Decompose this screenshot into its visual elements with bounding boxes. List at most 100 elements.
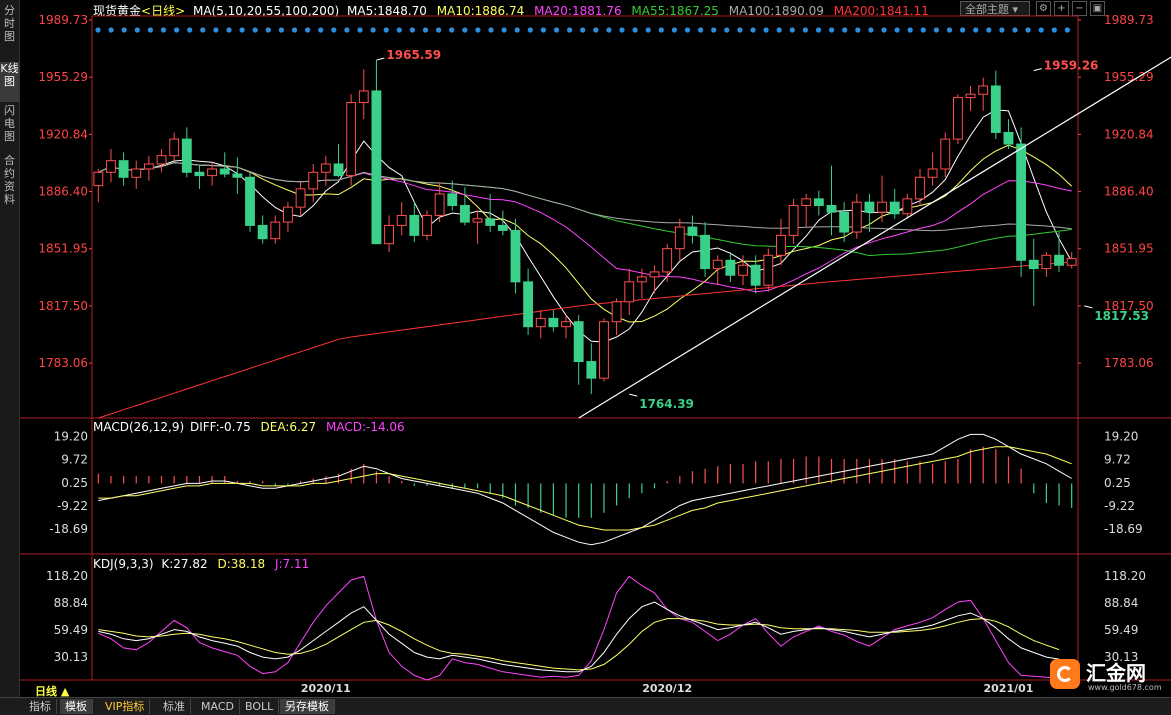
candle-up	[561, 321, 571, 328]
candle-up	[611, 301, 622, 323]
macd-tick-label-left: -9.22	[57, 499, 88, 513]
event-dot	[357, 27, 363, 33]
tab-save-template[interactable]: 另存模板	[280, 699, 335, 714]
event-dot	[305, 27, 311, 33]
event-dot	[698, 27, 704, 33]
event-dot	[540, 27, 547, 33]
event-dot	[134, 27, 140, 33]
candle-down	[1016, 143, 1027, 261]
candle-up	[851, 201, 862, 233]
tab-boll[interactable]: BOLL	[240, 699, 280, 714]
event-dot	[815, 27, 822, 33]
candle-down	[118, 160, 129, 178]
candle-down	[485, 218, 496, 226]
event-dot	[829, 27, 835, 33]
candle-up	[599, 321, 609, 379]
event-dot	[344, 27, 350, 33]
candle-up	[131, 168, 142, 178]
tab-standard[interactable]: 标准	[158, 699, 191, 714]
price-tick-label-left: 1920.84	[38, 127, 88, 141]
event-dot	[946, 27, 953, 33]
event-dot	[920, 27, 926, 33]
candle-down	[257, 224, 268, 240]
event-dot	[619, 27, 625, 33]
bottom-toolbar: 日线 ▲ 指标 模板 VIP指标 标准 MACD BOLL 另存模板	[0, 685, 1171, 715]
tab-contract-info[interactable]: 合约资料	[0, 154, 19, 208]
trendline[interactable]	[578, 56, 1171, 419]
tab-vip-indicators[interactable]: VIP指标	[100, 699, 151, 714]
candle-up	[434, 193, 445, 216]
candle-down	[839, 211, 850, 233]
candle-up	[384, 224, 394, 245]
candle-down	[181, 138, 192, 173]
tab-macd[interactable]: MACD	[196, 699, 240, 714]
price-axis: 1989.73 1989.731955.29 1955.291920.84 1920.…	[38, 13, 1153, 370]
ma-line	[98, 109, 1073, 343]
kdj-j-value: J:7.11	[274, 557, 310, 571]
ma-lines	[98, 109, 1073, 419]
kdj-tick-label-left: 88.84	[54, 596, 88, 610]
site-logo: 汇金网 www.gold678.com	[1050, 657, 1162, 693]
logo-icon	[1050, 659, 1080, 689]
event-dot	[724, 27, 730, 33]
candle-down	[459, 204, 470, 223]
date-tick-label: 2020/11	[301, 682, 351, 695]
tab-indicators[interactable]: 指标	[24, 699, 57, 714]
candle-up	[535, 317, 546, 328]
kdj-d-line	[98, 618, 1060, 671]
event-dot	[960, 27, 966, 33]
price-tick-label-right: 1851.95	[1104, 242, 1154, 256]
kdj-header: KDJ(9,3,3) K:27.82 D:38.18 J:7.11	[93, 557, 309, 571]
candle-up	[308, 171, 319, 190]
macd-header: MACD(26,12,9) DIFF:-0.75 DEA:6.27 MACD:-…	[93, 420, 405, 434]
candle-down	[990, 85, 1001, 133]
tab-time-chart[interactable]: 分时图	[0, 4, 19, 44]
candle-up	[169, 138, 180, 157]
candle-up	[106, 160, 116, 173]
logo-text: 汇金网	[1086, 661, 1146, 685]
tab-template[interactable]: 模板	[60, 699, 93, 714]
candle-down	[1054, 254, 1064, 266]
tab-k-line[interactable]: K线图	[0, 62, 19, 102]
annotation-pointer	[1033, 68, 1042, 72]
macd-tick-label-left: 0.25	[61, 476, 88, 490]
macd-dea-line	[98, 446, 1072, 531]
price-tick-label-right: 1989.73	[1104, 13, 1154, 27]
candle-down	[813, 198, 824, 206]
macd-params: MACD(26,12,9)	[93, 420, 185, 434]
event-dot	[658, 27, 664, 33]
event-dot	[383, 27, 389, 33]
event-dot	[252, 27, 258, 33]
candle-up	[801, 198, 812, 206]
tab-flash-chart[interactable]: 闪电图	[0, 104, 19, 144]
event-dot	[160, 27, 167, 33]
kdj-d-value: D:38.18	[217, 557, 266, 571]
event-dot	[632, 27, 638, 33]
candle-up	[927, 168, 938, 178]
candle-up	[207, 168, 218, 177]
candle-up	[965, 93, 976, 99]
event-dot	[855, 27, 861, 33]
candle-down	[548, 317, 559, 328]
kdj-tick-label-left: 30.13	[54, 650, 88, 664]
event-dot	[422, 27, 429, 33]
kdj-k-value: K:27.82	[161, 557, 208, 571]
kdj-tick-label-right: 118.20	[1104, 569, 1146, 583]
event-dot	[436, 27, 442, 33]
chart-area[interactable]: 1989.73 1989.731955.29 1955.291920.84 1920.…	[20, 0, 1171, 697]
price-annotations: 1965.59 1764.39 1959.26 1817.53	[376, 48, 1149, 411]
period-switch[interactable]: 日线 ▲	[30, 684, 74, 699]
candle-down	[497, 224, 508, 231]
candle-up	[763, 254, 774, 286]
annotation-pointer	[376, 57, 385, 61]
event-dot	[514, 27, 520, 33]
event-dot	[291, 27, 298, 33]
event-dot	[108, 27, 114, 33]
kdj-tick-label-right: 88.84	[1104, 596, 1138, 610]
kdj-tick-label-left: 118.20	[46, 569, 88, 583]
candle-up	[649, 271, 660, 278]
candle-down	[725, 259, 736, 276]
candle-down	[447, 193, 458, 206]
event-dot	[1064, 27, 1070, 33]
event-dot	[711, 27, 717, 33]
